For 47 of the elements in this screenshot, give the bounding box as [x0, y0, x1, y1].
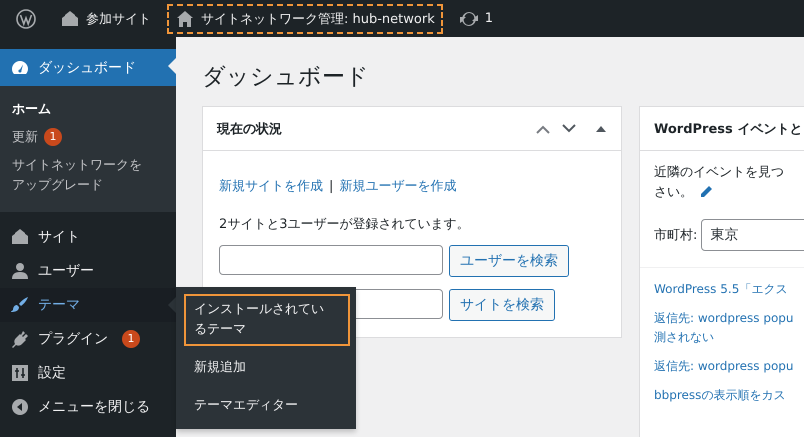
sliders-icon	[10, 363, 30, 383]
plug-icon	[10, 329, 30, 349]
submenu-item[interactable]: サイトネットワークをアップグレード	[0, 152, 176, 200]
count-badge: 1	[122, 330, 140, 348]
news-link[interactable]: bbpressの表示順をカス	[654, 386, 804, 405]
houses-icon	[60, 8, 80, 28]
paintbrush-icon	[10, 295, 30, 315]
my-sites-link[interactable]: 参加サイト	[52, 4, 159, 34]
flyout-item[interactable]: 新規追加	[184, 352, 350, 384]
collapse-icon	[10, 397, 30, 417]
flyout-item[interactable]: インストールされているテーマ	[184, 294, 350, 346]
intro-text: 近隣のイベントを見つ	[654, 164, 785, 182]
search-button[interactable]: ユーザーを検索	[449, 245, 569, 277]
triangle-up-icon[interactable]	[595, 124, 607, 134]
chevron-down-icon[interactable]	[561, 122, 577, 134]
updates-link[interactable]: 1	[450, 4, 502, 34]
news-link[interactable]: 返信先: wordpress popu	[654, 357, 804, 376]
submenu-item[interactable]: 更新 1	[0, 124, 176, 152]
count-badge: 1	[44, 128, 62, 146]
home-icon	[175, 8, 195, 28]
widget-title: 現在の状況	[217, 120, 283, 138]
menu-item[interactable]: ダッシュボード	[0, 49, 176, 86]
news-link[interactable]: 返信先: wordpress popu 測されない	[654, 309, 804, 347]
menu-item[interactable]: ユーザー	[0, 254, 176, 288]
network-admin-link[interactable]: サイトネットワーク管理: hub-network	[167, 4, 443, 34]
menu-item[interactable]: テーマ	[0, 288, 176, 322]
page-title: ダッシュボード	[202, 63, 370, 92]
menu-item[interactable]: サイト	[0, 220, 176, 254]
houses-icon	[10, 227, 30, 247]
search-field[interactable]	[219, 245, 443, 275]
separator: |	[329, 178, 334, 194]
news-link[interactable]: WordPress 5.5「エクス	[654, 280, 804, 299]
pencil-icon[interactable]	[699, 185, 713, 200]
widget-title: WordPress イベントと	[654, 120, 804, 138]
menu-item[interactable]: メニューを閉じる	[0, 390, 176, 424]
city-label: 市町村:	[654, 227, 698, 244]
search-button[interactable]: サイトを検索	[449, 289, 555, 321]
city-field[interactable]: 東京	[701, 219, 804, 251]
flyout-item[interactable]: テーマエディター	[184, 390, 350, 422]
intro-text: さい。	[654, 185, 693, 200]
menu-item[interactable]: プラグイン 1	[0, 322, 176, 356]
submenu-item[interactable]: ホーム	[0, 96, 176, 124]
user-icon	[10, 261, 30, 281]
menu-item[interactable]: 設定	[0, 356, 176, 390]
create-user-link[interactable]: 新規ユーザーを作成	[339, 177, 456, 195]
summary-text: 2サイトと3ユーザーが登録されています。	[219, 216, 471, 233]
create-site-link[interactable]: 新規サイトを作成	[219, 177, 323, 195]
